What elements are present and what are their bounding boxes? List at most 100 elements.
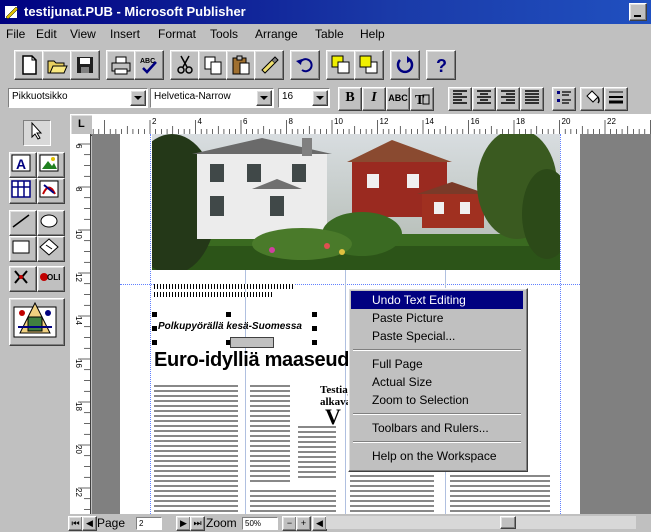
title-bar: testijunat.PUB - Microsoft Publisher (0, 0, 651, 24)
align-center-button[interactable] (472, 87, 496, 111)
previous-page-button[interactable]: ◀ (82, 516, 97, 531)
font-size-combo[interactable]: 16 (278, 88, 330, 108)
horizontal-ruler[interactable]: 2 4 6 8 10 12 14 16 18 20 22 (92, 114, 651, 135)
greeked-body-column (450, 472, 550, 514)
menu-separator (353, 349, 521, 351)
style-combo[interactable]: Pikkuotsikko (8, 88, 148, 108)
all-caps-button[interactable]: ABC (386, 87, 410, 111)
text-frame-button[interactable]: T (410, 87, 434, 111)
font-size-dropdown-icon[interactable] (312, 90, 328, 106)
menu-item-zoom-to-selection[interactable]: Zoom to Selection (351, 391, 523, 409)
vertical-ruler[interactable]: 6 8 10 12 14 16 18 20 22 (70, 134, 91, 514)
copy-icon (204, 56, 222, 75)
align-left-button[interactable] (448, 87, 472, 111)
help-button[interactable]: ? (426, 50, 456, 80)
menu-item-help-on-workspace[interactable]: Help on the Workspace (351, 447, 523, 465)
photo-caption[interactable]: Polkupyörällä kesä-Suomessa (158, 321, 302, 332)
rotate-button[interactable] (390, 50, 420, 80)
menu-file[interactable]: File (6, 27, 25, 41)
publisher-app-icon[interactable] (4, 4, 20, 20)
selection-handle[interactable] (152, 312, 157, 317)
menu-arrange[interactable]: Arrange (255, 27, 298, 41)
font-combo[interactable]: Helvetica-Narrow (150, 88, 274, 108)
page-number-field[interactable]: 2 (136, 517, 162, 530)
clipboard-icon (232, 55, 250, 75)
text-frame-tool[interactable]: A (9, 152, 37, 178)
selection-handle[interactable] (312, 312, 317, 317)
format-painter-icon (261, 56, 279, 74)
connect-frame-button[interactable] (230, 337, 274, 348)
table-frame-tool[interactable] (9, 178, 37, 204)
picture-frame-tool[interactable] (37, 152, 65, 178)
selection-handle[interactable] (152, 326, 157, 331)
wordart-frame-tool[interactable] (37, 178, 65, 204)
align-right-button[interactable] (496, 87, 520, 111)
menu-format[interactable]: Format (158, 27, 196, 41)
menu-table[interactable]: Table (315, 27, 344, 41)
zoom-out-button[interactable]: − (282, 516, 297, 531)
house-photo[interactable] (152, 134, 560, 270)
menu-item-actual-size[interactable]: Actual Size (351, 373, 523, 391)
line-tool[interactable] (9, 210, 37, 236)
spelling-button[interactable]: ABC (134, 50, 164, 80)
bullet-list-icon (557, 91, 571, 104)
scrollbar-thumb[interactable] (500, 516, 516, 529)
greeked-body-column (350, 472, 434, 514)
justify-button[interactable] (520, 87, 544, 111)
scroll-left-button[interactable]: ◀ (312, 516, 327, 531)
new-button[interactable] (14, 50, 44, 80)
next-page-button[interactable]: ▶ (176, 516, 191, 531)
ruler-corner[interactable] (70, 114, 94, 136)
cut-button[interactable] (170, 50, 200, 80)
open-button[interactable] (42, 50, 72, 80)
menu-item-toolbars-and-rulers[interactable]: Toolbars and Rulers... (351, 419, 523, 437)
last-page-button[interactable]: ⏭ (190, 516, 205, 531)
selection-handle[interactable] (226, 312, 231, 317)
menu-item-paste-picture[interactable]: Paste Picture (351, 309, 523, 327)
drop-cap: V (325, 404, 341, 429)
menu-view[interactable]: View (70, 27, 96, 41)
menu-edit[interactable]: Edit (36, 27, 57, 41)
selection-handle[interactable] (312, 326, 317, 331)
zoom-field[interactable]: 50% (242, 517, 278, 530)
custom-shapes-tool[interactable] (37, 236, 65, 262)
menu-tools[interactable]: Tools (210, 27, 238, 41)
bold-button[interactable]: B (338, 87, 362, 111)
open-folder-icon (47, 60, 68, 74)
selection-handle[interactable] (312, 340, 317, 345)
paste-button[interactable] (226, 50, 256, 80)
menu-item-undo-text-editing[interactable]: Undo Text Editing (351, 291, 523, 309)
greeked-body-column (154, 384, 238, 514)
italic-button[interactable]: I (362, 87, 386, 111)
menu-item-full-page[interactable]: Full Page (351, 355, 523, 373)
table-tool-icon (11, 180, 31, 198)
copy-button[interactable] (198, 50, 228, 80)
format-painter-button[interactable] (254, 50, 284, 80)
bullets-button[interactable] (552, 87, 576, 111)
first-page-button[interactable]: ⏮ (68, 516, 83, 531)
bring-to-front-button[interactable] (326, 50, 356, 80)
ole-object-tool[interactable]: OLE (37, 266, 65, 292)
font-dropdown-icon[interactable] (256, 90, 272, 106)
selection-handle[interactable] (152, 340, 157, 345)
page-label: Page (97, 516, 126, 530)
zoom-in-button[interactable]: + (296, 516, 311, 531)
menu-item-paste-special[interactable]: Paste Special... (351, 327, 523, 345)
design-gallery-tool[interactable] (9, 298, 65, 346)
fill-color-button[interactable] (580, 87, 604, 111)
menu-help[interactable]: Help (360, 27, 385, 41)
pointer-tool[interactable] (23, 120, 51, 146)
rectangle-tool-icon (12, 240, 30, 254)
undo-button[interactable] (290, 50, 320, 80)
box-tool[interactable] (9, 236, 37, 262)
minimize-button[interactable] (629, 3, 647, 21)
line-style-button[interactable] (604, 87, 628, 111)
oval-tool[interactable] (37, 210, 65, 236)
menu-insert[interactable]: Insert (110, 27, 140, 41)
style-dropdown-icon[interactable] (130, 90, 146, 106)
print-button[interactable] (106, 50, 136, 80)
horizontal-scrollbar[interactable] (326, 516, 636, 529)
save-button[interactable] (70, 50, 100, 80)
clip-gallery-tool[interactable] (9, 266, 37, 292)
send-to-back-button[interactable] (354, 50, 384, 80)
